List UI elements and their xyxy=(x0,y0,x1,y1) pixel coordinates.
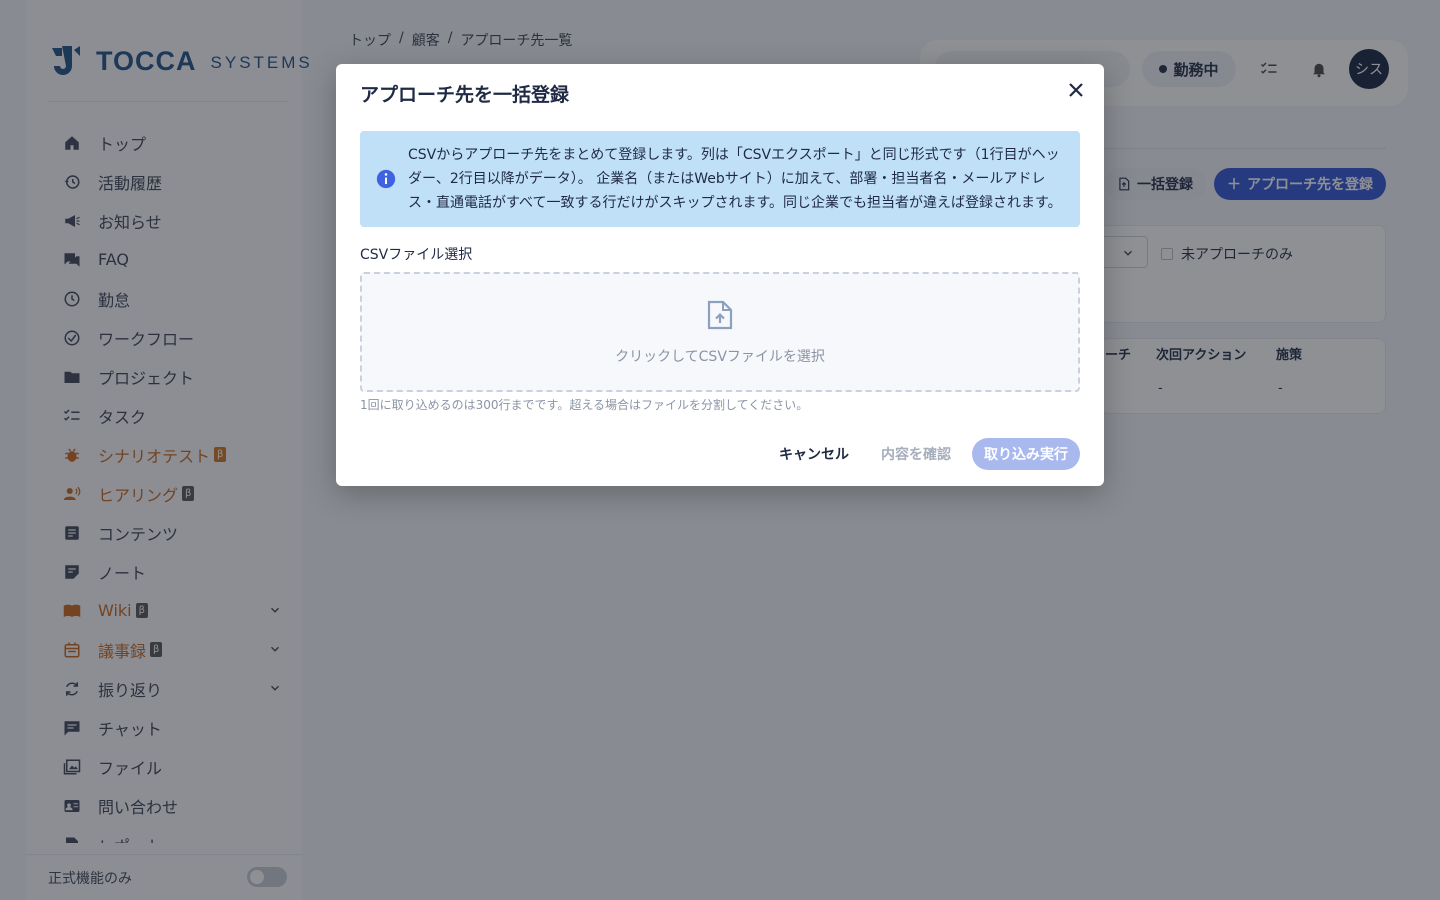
csv-dropzone[interactable]: クリックしてCSVファイルを選択 xyxy=(360,272,1080,392)
confirm-content-button[interactable]: 内容を確認 xyxy=(872,438,960,470)
row-limit-hint: 1回に取り込めるのは300行までです。超える場合はファイルを分割してください。 xyxy=(360,398,809,412)
file-upload-icon xyxy=(707,300,733,330)
dropzone-text: クリックしてCSVファイルを選択 xyxy=(615,349,825,365)
bulk-register-dialog: アプローチ先を一括登録 CSVからアプローチ先をまとめて登録します。列は「CSV… xyxy=(336,64,1104,486)
close-icon[interactable] xyxy=(1064,78,1088,102)
info-alert: CSVからアプローチ先をまとめて登録します。列は「CSVエクスポート」と同じ形式… xyxy=(360,131,1080,227)
dialog-title: アプローチ先を一括登録 xyxy=(360,84,570,106)
csv-file-label: CSVファイル選択 xyxy=(360,247,473,263)
run-import-button[interactable]: 取り込み実行 xyxy=(972,438,1080,470)
info-icon xyxy=(376,169,396,189)
info-text: CSVからアプローチ先をまとめて登録します。列は「CSVエクスポート」と同じ形式… xyxy=(408,147,1062,211)
cancel-button[interactable]: キャンセル xyxy=(770,438,858,470)
